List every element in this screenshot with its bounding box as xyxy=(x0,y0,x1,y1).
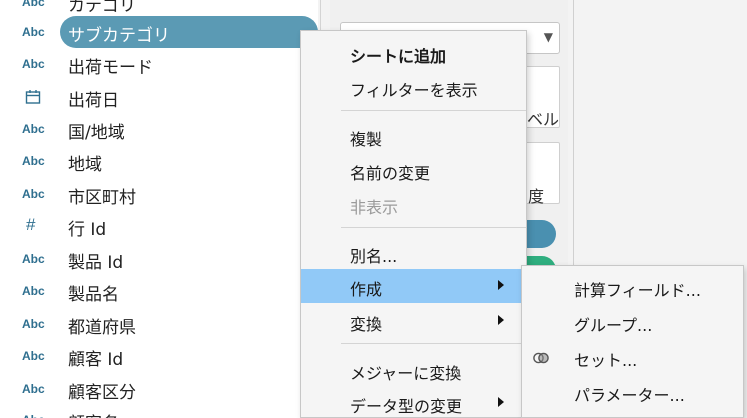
field-row-customer-name[interactable]: Abc 顧客名 xyxy=(0,404,318,418)
menu-separator xyxy=(341,110,526,111)
menu-item-change-data-type[interactable]: データ型の変更 xyxy=(301,386,526,418)
field-row-region[interactable]: Abc 地域 xyxy=(0,145,318,177)
string-type-icon: Abc xyxy=(22,382,45,396)
string-type-icon: Abc xyxy=(22,349,45,363)
data-pane: Abc カテゴリ Abc サブカテゴリ Abc 出荷モード 出荷日 Abc 国/… xyxy=(0,0,318,418)
field-label: 顧客名 xyxy=(68,409,119,418)
submenu-item-group[interactable]: グループ... xyxy=(522,306,743,340)
field-label: 行 Id xyxy=(68,220,107,240)
menu-item-duplicate[interactable]: 複製 xyxy=(301,119,526,153)
menu-item-hide[interactable]: 非表示 xyxy=(301,187,526,221)
string-type-icon: Abc xyxy=(22,0,45,9)
field-row-row-id[interactable]: # 行 Id xyxy=(0,210,318,242)
submenu-item-set[interactable]: セット... xyxy=(522,341,743,375)
label-mark-label: ベル xyxy=(527,110,560,129)
string-type-icon: Abc xyxy=(22,154,45,168)
field-row-city[interactable]: Abc 市区町村 xyxy=(0,178,318,210)
string-type-icon: Abc xyxy=(22,284,45,298)
menu-item-add-to-sheet[interactable]: シートに追加 xyxy=(301,36,526,70)
field-label: 顧客 Id xyxy=(68,350,124,370)
field-row-country[interactable]: Abc 国/地域 xyxy=(0,113,318,145)
menu-separator xyxy=(341,227,526,228)
menu-item-transform[interactable]: 変換 xyxy=(301,304,526,338)
submenu-item-calculated-field[interactable]: 計算フィールド... xyxy=(522,271,743,305)
field-label: 製品名 xyxy=(68,285,119,305)
menu-item-aliases[interactable]: 別名... xyxy=(301,236,526,270)
submenu-arrow-icon xyxy=(498,280,504,290)
chevron-down-icon: ▼ xyxy=(543,30,553,44)
field-row-ship-date[interactable]: 出荷日 xyxy=(0,81,318,113)
field-label: 国/地域 xyxy=(68,123,125,143)
number-type-icon: # xyxy=(26,215,36,234)
submenu-arrow-icon xyxy=(498,397,504,407)
field-label: 地域 xyxy=(68,155,102,175)
field-row-prefecture[interactable]: Abc 都道府県 xyxy=(0,308,318,340)
submenu-item-parameter[interactable]: パラメーター... xyxy=(522,376,743,410)
submenu-arrow-icon xyxy=(498,315,504,325)
menu-separator xyxy=(341,343,526,344)
field-row-product-id[interactable]: Abc 製品 Id xyxy=(0,243,318,275)
field-row-customer-id[interactable]: Abc 顧客 Id xyxy=(0,340,318,372)
field-label: 都道府県 xyxy=(68,318,136,338)
menu-item-create[interactable]: 作成 xyxy=(301,269,526,303)
field-context-menu: シートに追加 フィルターを表示 複製 名前の変更 非表示 別名... 作成 変換… xyxy=(300,30,527,418)
string-type-icon: Abc xyxy=(22,122,45,136)
field-row-product-name[interactable]: Abc 製品名 xyxy=(0,275,318,307)
create-submenu: 計算フィールド... グループ... セット... パラメーター... xyxy=(521,265,744,418)
field-label: サブカテゴリ xyxy=(68,26,170,46)
string-type-icon: Abc xyxy=(22,25,45,39)
field-label: 市区町村 xyxy=(68,188,136,208)
field-label: カテゴリ xyxy=(68,0,136,16)
field-row-customer-segment[interactable]: Abc 顧客区分 xyxy=(0,373,318,405)
detail-mark-label: 度 xyxy=(528,187,545,206)
string-type-icon: Abc xyxy=(22,252,45,266)
calendar-icon xyxy=(25,89,61,108)
set-icon xyxy=(532,350,550,366)
string-type-icon: Abc xyxy=(22,187,45,201)
field-row-ship-mode[interactable]: Abc 出荷モード xyxy=(0,48,318,80)
field-label: 出荷モード xyxy=(68,58,153,78)
field-label: 顧客区分 xyxy=(68,383,136,403)
menu-item-rename[interactable]: 名前の変更 xyxy=(301,153,526,187)
field-label: 出荷日 xyxy=(68,91,119,111)
string-type-icon: Abc xyxy=(22,413,58,418)
field-label: 製品 Id xyxy=(68,253,124,273)
string-type-icon: Abc xyxy=(22,317,45,331)
string-type-icon: Abc xyxy=(22,57,45,71)
field-row-subcategory[interactable]: Abc サブカテゴリ xyxy=(0,16,318,48)
menu-item-show-filter[interactable]: フィルターを表示 xyxy=(301,70,526,104)
menu-item-convert-to-measure[interactable]: メジャーに変換 xyxy=(301,353,526,387)
